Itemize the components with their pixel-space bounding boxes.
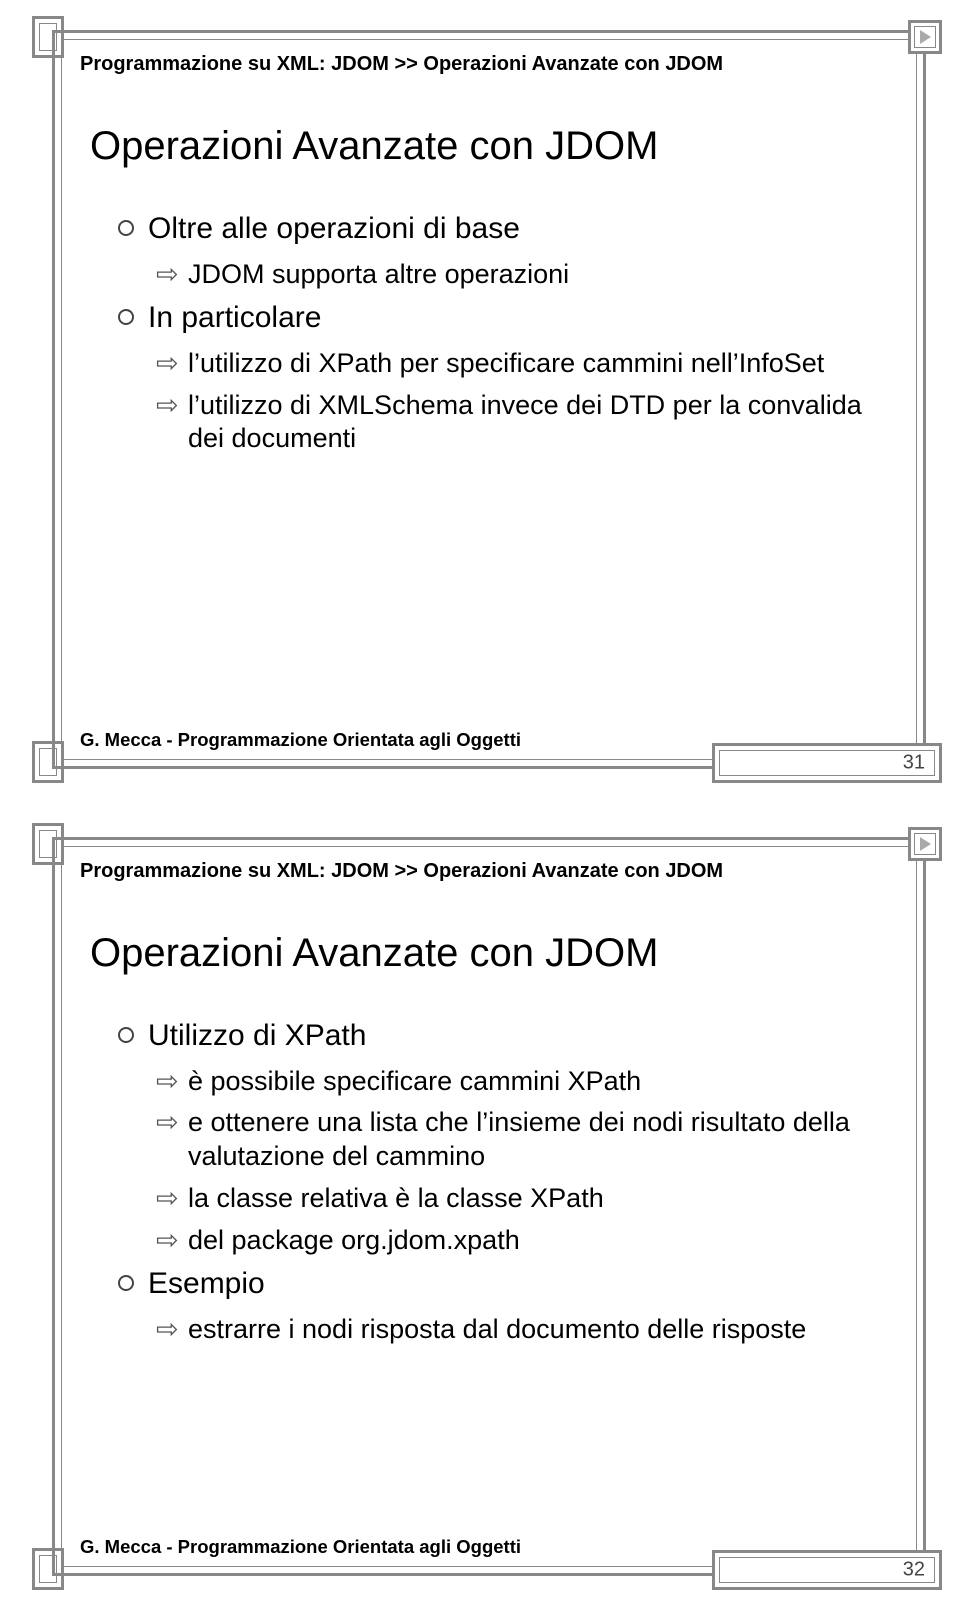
bullet-level2: è possibile specificare cammini XPath bbox=[156, 1065, 876, 1099]
slide-footer: G. Mecca - Programmazione Orientata agli… bbox=[80, 1536, 521, 1558]
slide-frame-inner: Programmazione su XML: JDOM >> Operazion… bbox=[61, 39, 917, 760]
bullet-level2: e ottenere una lista che l’insieme dei n… bbox=[156, 1106, 876, 1174]
slide-content: Utilizzo di XPath è possibile specificar… bbox=[118, 1017, 876, 1355]
bullet-level1: Utilizzo di XPath bbox=[118, 1017, 876, 1055]
chevron-right-icon bbox=[920, 30, 931, 44]
bullet-level2: del package org.jdom.xpath bbox=[156, 1224, 876, 1258]
bullet-level2: l’utilizzo di XPath per specificare camm… bbox=[156, 347, 876, 381]
page-number-box: 32 bbox=[712, 1550, 942, 1590]
slide-footer: G. Mecca - Programmazione Orientata agli… bbox=[80, 729, 521, 751]
slide: Programmazione su XML: JDOM >> Operazion… bbox=[0, 807, 960, 1614]
next-slide-button[interactable] bbox=[908, 827, 942, 861]
slide-frame: Programmazione su XML: JDOM >> Operazion… bbox=[52, 837, 926, 1576]
breadcrumb: Programmazione su XML: JDOM >> Operazion… bbox=[80, 53, 723, 76]
slide-title: Operazioni Avanzate con JDOM bbox=[90, 931, 658, 976]
chevron-right-icon bbox=[920, 837, 931, 851]
slide-title: Operazioni Avanzate con JDOM bbox=[90, 124, 658, 169]
slide-frame-inner: Programmazione su XML: JDOM >> Operazion… bbox=[61, 846, 917, 1567]
slide-frame: Programmazione su XML: JDOM >> Operazion… bbox=[52, 30, 926, 769]
page-number-box: 31 bbox=[712, 743, 942, 783]
slide-content: Oltre alle operazioni di base JDOM suppo… bbox=[118, 210, 876, 464]
page-number: 31 bbox=[903, 752, 925, 775]
slide: Programmazione su XML: JDOM >> Operazion… bbox=[0, 0, 960, 807]
breadcrumb: Programmazione su XML: JDOM >> Operazion… bbox=[80, 860, 723, 883]
bullet-level1: Oltre alle operazioni di base bbox=[118, 210, 876, 248]
page-number: 32 bbox=[903, 1559, 925, 1582]
bullet-level1: In particolare bbox=[118, 299, 876, 337]
bullet-level2: JDOM supporta altre operazioni bbox=[156, 258, 876, 292]
bullet-level1: Esempio bbox=[118, 1265, 876, 1303]
bullet-level2: estrarre i nodi risposta dal documento d… bbox=[156, 1313, 876, 1347]
bullet-level2: l’utilizzo di XMLSchema invece dei DTD p… bbox=[156, 389, 876, 457]
bullet-level2: la classe relativa è la classe XPath bbox=[156, 1182, 876, 1216]
next-slide-button[interactable] bbox=[908, 20, 942, 54]
